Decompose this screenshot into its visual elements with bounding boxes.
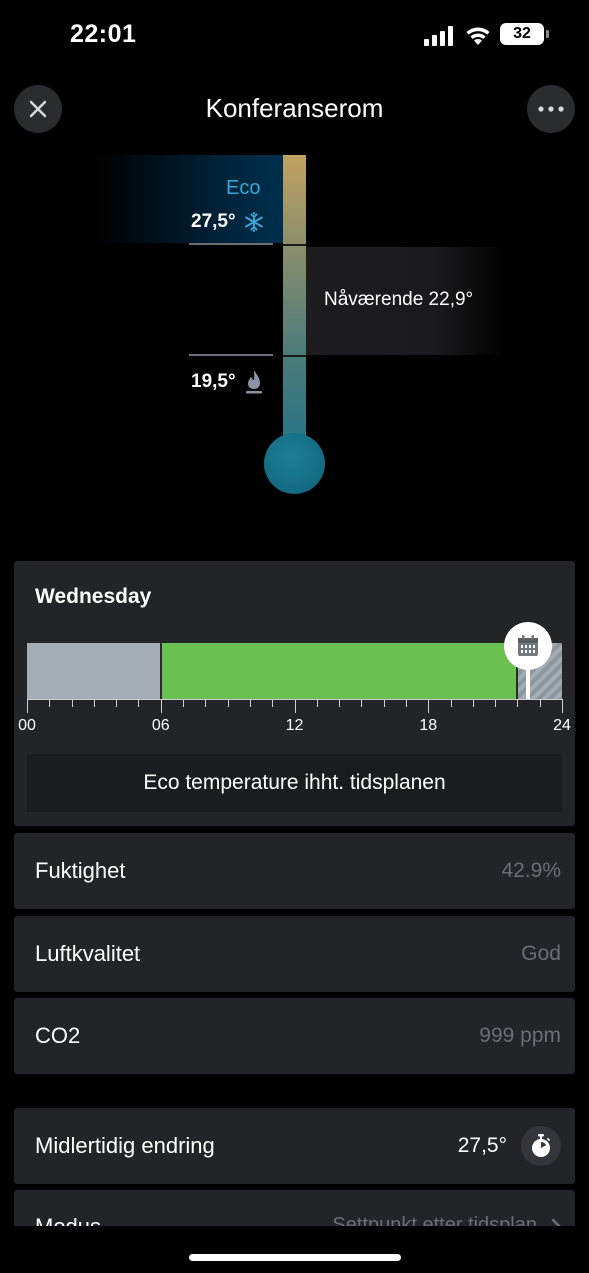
more-button[interactable] [527, 85, 575, 133]
tube-divider-lower [283, 355, 306, 357]
cellular-signal-icon [424, 26, 453, 46]
co2-row[interactable]: CO2 999 ppm [14, 998, 575, 1074]
heating-setpoint[interactable]: 19,5° [191, 371, 236, 393]
tube-divider-upper [283, 244, 306, 246]
axis-tick [383, 699, 385, 707]
flame-icon [246, 370, 262, 394]
tick-label-12: 12 [285, 717, 304, 734]
calendar-icon [518, 635, 538, 656]
humidity-label: Fuktighet [35, 858, 126, 883]
axis-tick [227, 699, 229, 707]
axis-tick [316, 699, 318, 707]
schedule-note: Eco temperature ihht. tidsplanen [27, 754, 562, 812]
axis-tick [183, 699, 185, 707]
axis-tick [339, 699, 341, 707]
axis-tick [361, 699, 363, 707]
schedule-day: Wednesday [35, 585, 152, 608]
axis-tick [428, 699, 430, 713]
tick-label-18: 18 [419, 717, 438, 734]
axis-tick [294, 699, 296, 713]
thermometer-bulb [264, 433, 325, 494]
temporary-change-row[interactable]: Midlertidig endring 27,5° [14, 1108, 575, 1184]
stopwatch-icon [532, 1134, 550, 1157]
cooling-setpoint-line [189, 243, 273, 245]
humidity-row[interactable]: Fuktighet 42.9% [14, 833, 575, 909]
axis-tick [562, 699, 563, 713]
thermometer-tube[interactable] [283, 155, 306, 455]
cooling-setpoint[interactable]: 27,5° [191, 211, 236, 233]
temporary-change-timer-button[interactable] [521, 1126, 561, 1166]
axis-tick [472, 699, 474, 707]
thermometer: Eco 27,5° Nåværende 22,9° 19,5° [0, 150, 589, 510]
axis-tick [249, 699, 251, 707]
axis-tick [93, 699, 95, 707]
tick-label-06: 06 [151, 717, 170, 734]
temporary-change-value: 27,5° [457, 1134, 507, 1157]
co2-value: 999 ppm [479, 1024, 561, 1047]
axis-tick [495, 699, 497, 707]
air-quality-value: God [521, 942, 561, 965]
tick-label-00: 00 [18, 717, 36, 734]
page-title: Konferanserom [205, 93, 384, 123]
axis-tick [205, 699, 207, 707]
temporary-change-label: Midlertidig endring [35, 1133, 215, 1158]
home-indicator[interactable] [189, 1254, 401, 1261]
battery-icon: 32 [500, 23, 549, 45]
axis-tick [49, 699, 51, 707]
schedule-card[interactable]: Wednesday 00 06 12 18 24 Eco temperature… [14, 561, 575, 826]
mode-row[interactable]: Modus Settpunkt etter tidsplan [14, 1190, 575, 1230]
axis-tick [517, 699, 519, 707]
current-time-marker[interactable] [504, 622, 552, 670]
status-time: 22:01 [70, 20, 137, 48]
axis-tick [138, 699, 140, 707]
snowflake-icon [245, 212, 263, 232]
axis-tick [272, 699, 274, 707]
air-quality-row[interactable]: Luftkvalitet God [14, 916, 575, 992]
schedule-segment-on[interactable] [160, 643, 516, 699]
more-icon [538, 106, 564, 112]
axis-tick [27, 699, 28, 713]
axis-tick [539, 699, 541, 707]
axis-tick [160, 699, 162, 713]
schedule-segment-off[interactable] [27, 643, 160, 699]
wifi-icon [466, 27, 490, 45]
current-temperature: Nåværende 22,9° [324, 289, 474, 310]
heating-setpoint-line [189, 354, 273, 356]
axis-tick [450, 699, 452, 707]
axis-tick [116, 699, 118, 707]
eco-mode-label: Eco [226, 177, 261, 199]
status-bar: 22:01 32 [0, 0, 589, 70]
co2-label: CO2 [35, 1023, 81, 1048]
axis-tick [71, 699, 73, 707]
tick-label-24: 24 [553, 717, 571, 734]
bottom-safe-area [0, 1226, 589, 1273]
humidity-value: 42.9% [501, 859, 561, 882]
air-quality-label: Luftkvalitet [35, 941, 141, 966]
axis-tick [405, 699, 407, 707]
